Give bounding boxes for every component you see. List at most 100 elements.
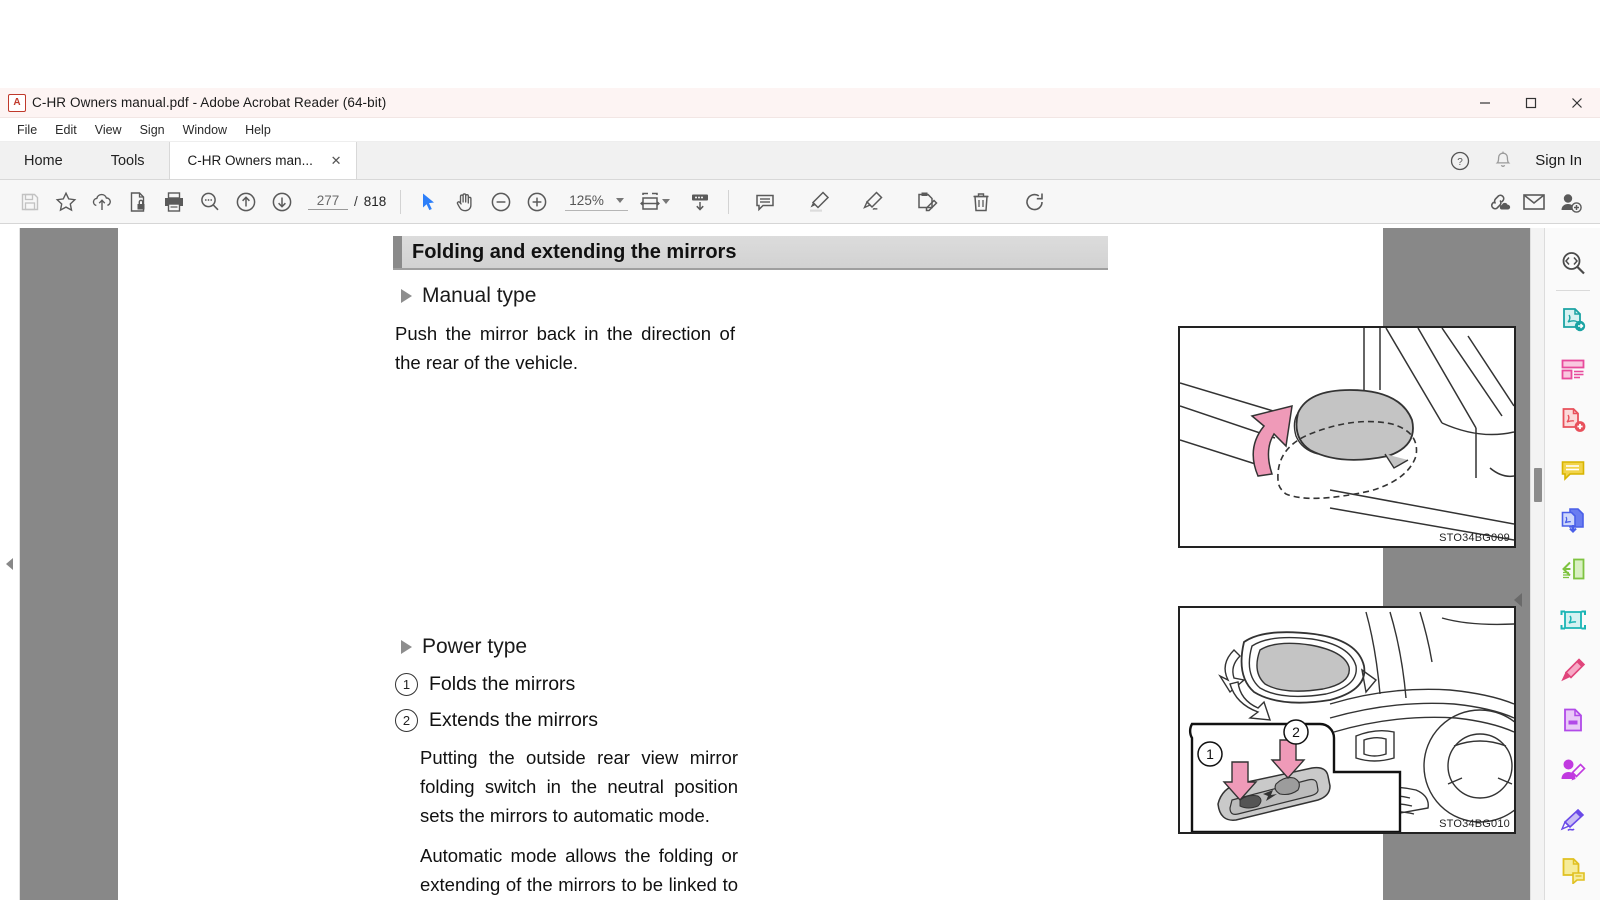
menu-edit[interactable]: Edit (46, 121, 86, 139)
fill-and-sign-icon-rail[interactable] (1551, 795, 1595, 845)
scroll-mode-icon[interactable] (682, 184, 718, 220)
search-document-icon[interactable] (1551, 238, 1595, 288)
circled-number-2: 2 (395, 709, 418, 733)
search-icon[interactable] (192, 184, 228, 220)
sign-pen-icon[interactable] (855, 184, 891, 220)
section-header: Folding and extending the mirrors (393, 236, 1108, 270)
maximize-button[interactable] (1508, 88, 1554, 118)
triangle-bullet-icon-2 (401, 640, 412, 655)
share-link-icon[interactable] (1480, 184, 1516, 220)
minus-circle-icon[interactable] (483, 184, 519, 220)
redact-icon[interactable] (1551, 695, 1595, 745)
tab-document[interactable]: C-HR Owners man... ✕ (168, 142, 357, 179)
tab-strip: Home Tools C-HR Owners man... ✕ ? Sign I… (0, 142, 1600, 180)
email-icon[interactable] (1516, 184, 1552, 220)
fit-page-chevron-down-icon[interactable] (661, 199, 670, 204)
close-button[interactable] (1554, 88, 1600, 118)
collapse-panel-icon[interactable] (1514, 593, 1522, 607)
tools-rail-divider (1555, 290, 1590, 291)
edit-pdf-icon[interactable] (1551, 645, 1595, 695)
desktop-background (0, 0, 1600, 88)
subheading-label-2: Power type (422, 635, 528, 659)
menu-view[interactable]: View (86, 121, 131, 139)
numbered-item-2-label: Extends the mirrors (429, 709, 599, 732)
organize-pages-icon[interactable] (1551, 545, 1595, 595)
compress-pdf-icon[interactable] (1551, 495, 1595, 545)
menu-sign[interactable]: Sign (131, 121, 174, 139)
pdf-file-icon: A (8, 93, 26, 112)
toolbar-right-group (1480, 184, 1588, 220)
tab-tools[interactable]: Tools (86, 142, 169, 179)
menu-bar: File Edit View Sign Window Help (0, 118, 1600, 142)
mirror-body (1295, 389, 1414, 461)
power-type-paragraph-1: Putting the outside rear view mirror fol… (420, 747, 738, 826)
cloud-upload-icon[interactable] (84, 184, 120, 220)
highlighter-icon[interactable] (801, 184, 837, 220)
figure2-caption: STO34BG010 (1439, 818, 1510, 830)
subheading-manual-type: Manual type (401, 284, 1108, 308)
page-total: 818 (363, 194, 387, 209)
callout-number-2: 2 (1292, 724, 1300, 740)
pdf-page: Folding and extending the mirrors Manual… (118, 228, 1516, 900)
main-toolbar: 277 / 818 125% (0, 180, 1600, 224)
add-person-icon[interactable] (1552, 184, 1588, 220)
document-lock-icon[interactable] (120, 184, 156, 220)
document-scrollbar[interactable] (1530, 228, 1544, 900)
numbered-item-1-label: Folds the mirrors (429, 673, 576, 696)
figure-manual-mirror: STO34BG009 (1178, 326, 1516, 548)
section-header-bar (393, 236, 402, 268)
hand-icon[interactable] (447, 184, 483, 220)
cursor-arrow-icon[interactable] (411, 184, 447, 220)
create-pdf-icon[interactable] (1551, 345, 1595, 395)
svg-text:?: ? (1458, 157, 1464, 168)
tab-document-label: C-HR Owners man... (187, 153, 313, 168)
menu-file[interactable]: File (8, 121, 46, 139)
toolbar-divider-2 (727, 189, 729, 214)
notification-bell-icon[interactable] (1493, 150, 1513, 172)
request-signatures-icon[interactable] (1551, 745, 1595, 795)
expand-panel-icon[interactable] (6, 558, 13, 570)
body-area: Folding and extending the mirrors Manual… (0, 228, 1600, 900)
tools-rail (1544, 228, 1600, 900)
print-icon[interactable] (156, 184, 192, 220)
sign-in-button[interactable]: Sign In (1535, 152, 1582, 169)
numbered-item-2: 2 Extends the mirrors (395, 709, 1108, 733)
save-icon[interactable] (12, 184, 48, 220)
help-circle-icon[interactable]: ? (1449, 150, 1471, 172)
close-icon[interactable]: ✕ (331, 153, 342, 169)
circled-number-1: 1 (395, 673, 418, 697)
zoom-level-value: 125% (569, 192, 604, 208)
star-icon[interactable] (48, 184, 84, 220)
menu-help[interactable]: Help (236, 121, 280, 139)
document-viewer[interactable]: Folding and extending the mirrors Manual… (20, 228, 1544, 900)
figure1-caption: STO34BG009 (1439, 532, 1510, 544)
stamp-icon[interactable] (1551, 845, 1595, 895)
comment-icon[interactable] (1551, 445, 1595, 495)
callout-number-1: 1 (1206, 746, 1214, 762)
export-pdf-icon[interactable] (1551, 295, 1595, 345)
zoom-level-selector[interactable]: 125% (565, 193, 628, 211)
scrollbar-thumb[interactable] (1534, 468, 1542, 502)
trash-icon[interactable] (963, 184, 999, 220)
page-navigation: 277 / 818 (308, 193, 386, 210)
page-number-input[interactable]: 277 (308, 193, 348, 210)
arrow-down-circle-icon[interactable] (264, 184, 300, 220)
arrow-up-circle-icon[interactable] (228, 184, 264, 220)
combine-files-icon[interactable] (1551, 395, 1595, 445)
subheading-power-type: Power type (401, 635, 1108, 659)
minimize-button[interactable] (1462, 88, 1508, 118)
manual-type-paragraph: Push the mirror back in the direction of… (395, 323, 735, 373)
scan-ocr-icon[interactable] (1551, 595, 1595, 645)
triangle-bullet-icon (401, 289, 412, 303)
fill-and-sign-icon[interactable] (909, 184, 945, 220)
comment-bubble-icon[interactable] (747, 184, 783, 220)
figure-power-mirror-switch: 1 2 STO34BG010 (1178, 606, 1516, 834)
rotate-icon[interactable] (1017, 184, 1053, 220)
subheading-label: Manual type (422, 284, 537, 307)
left-navigation-rail[interactable] (0, 228, 20, 900)
menu-window[interactable]: Window (174, 121, 236, 139)
chevron-down-icon[interactable] (615, 197, 624, 203)
plus-circle-icon[interactable] (519, 184, 555, 220)
window-title: C-HR Owners manual.pdf - Adobe Acrobat R… (32, 95, 387, 110)
tab-home[interactable]: Home (0, 142, 87, 179)
